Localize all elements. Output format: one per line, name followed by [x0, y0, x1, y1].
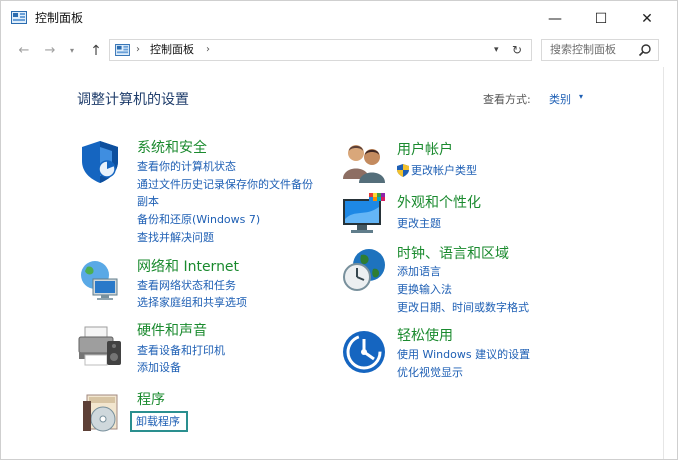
search-box[interactable]: 搜索控制面板	[541, 39, 659, 61]
navigation-bar: ← → ▾ ↑ › 控制面板 › ▾ ↻ 搜索控制面板	[1, 35, 677, 67]
link-troubleshoot[interactable]: 查找并解决问题	[137, 231, 214, 245]
search-icon[interactable]	[638, 43, 652, 57]
link-uninstall-program[interactable]: 卸载程序	[136, 415, 180, 429]
link-file-history-backup[interactable]: 通过文件历史记录保存你的文件备份	[137, 178, 313, 192]
link-change-theme[interactable]: 更改主题	[397, 217, 441, 231]
link-homegroup[interactable]: 选择家庭组和共享选项	[137, 296, 247, 310]
breadcrumb-separator-icon[interactable]: ›	[136, 42, 140, 58]
search-input[interactable]: 搜索控制面板	[550, 42, 616, 58]
link-recommended-settings[interactable]: 使用 Windows 建议的设置	[397, 348, 530, 362]
link-backup-restore[interactable]: 备份和还原(Windows 7)	[137, 213, 260, 227]
network-globe-icon[interactable]	[77, 257, 123, 303]
address-bar[interactable]: › 控制面板 › ▾ ↻	[109, 39, 532, 61]
scrollbar-track[interactable]	[663, 67, 664, 459]
title-bar: 控制面板 — ☐ ✕	[1, 1, 677, 35]
category-title-user-accounts[interactable]: 用户帐户	[397, 141, 453, 159]
breadcrumb-separator-icon[interactable]: ›	[206, 42, 210, 58]
link-change-account-type[interactable]: 更改帐户类型	[411, 164, 477, 178]
breadcrumb-control-panel[interactable]: 控制面板	[150, 42, 194, 58]
category-title-network[interactable]: 网络和 Internet	[137, 258, 239, 276]
page-title: 调整计算机的设置	[77, 92, 189, 108]
view-by-chevron-down-icon[interactable]: ▾	[579, 92, 583, 101]
category-title-system-security[interactable]: 系统和安全	[137, 139, 207, 157]
link-add-device[interactable]: 添加设备	[137, 361, 181, 375]
clock-globe-icon[interactable]	[341, 247, 387, 293]
maximize-icon: ☐	[594, 11, 608, 27]
control-panel-window: 控制面板 — ☐ ✕ ← → ▾ ↑ › 控制面板 › ▾ ↻ 搜索控制面板 调…	[0, 0, 678, 460]
ease-of-access-icon[interactable]	[341, 329, 387, 375]
link-add-language[interactable]: 添加语言	[397, 265, 441, 279]
link-devices-printers[interactable]: 查看设备和打印机	[137, 344, 225, 358]
category-title-clock-language-region[interactable]: 时钟、语言和区域	[397, 245, 509, 263]
view-by-dropdown[interactable]: 类别	[549, 91, 571, 107]
window-title: 控制面板	[35, 11, 84, 25]
up-arrow-icon[interactable]: ↑	[87, 42, 105, 60]
link-network-status[interactable]: 查看网络状态和任务	[137, 279, 236, 293]
recent-locations-chevron-down-icon[interactable]: ▾	[63, 42, 81, 60]
user-accounts-icon[interactable]	[341, 139, 387, 185]
link-change-input-method[interactable]: 更换输入法	[397, 283, 452, 297]
shield-icon[interactable]	[77, 139, 123, 185]
maximize-button[interactable]: ☐	[579, 3, 623, 35]
minimize-button[interactable]: —	[533, 3, 577, 35]
category-title-hardware-sound[interactable]: 硬件和声音	[137, 322, 207, 340]
control-panel-icon	[115, 44, 130, 56]
address-chevron-down-icon[interactable]: ▾	[494, 42, 499, 58]
control-panel-icon	[11, 11, 27, 24]
printer-speaker-icon[interactable]	[77, 323, 123, 369]
link-change-date-time-format[interactable]: 更改日期、时间或数字格式	[397, 301, 529, 315]
category-title-appearance[interactable]: 外观和个性化	[397, 194, 481, 212]
view-by-label: 查看方式:	[483, 93, 531, 106]
back-button[interactable]: ←	[15, 42, 33, 60]
appearance-monitor-icon[interactable]	[341, 191, 387, 237]
refresh-icon[interactable]: ↻	[512, 41, 522, 59]
link-view-computer-status[interactable]: 查看你的计算机状态	[137, 160, 236, 174]
uac-shield-icon	[397, 164, 409, 177]
link-file-history-backup-cont[interactable]: 副本	[137, 195, 159, 209]
category-title-programs[interactable]: 程序	[137, 391, 165, 409]
close-button[interactable]: ✕	[625, 3, 669, 35]
minimize-icon: —	[548, 11, 562, 27]
close-icon: ✕	[641, 11, 653, 27]
programs-disc-icon[interactable]	[81, 391, 127, 437]
link-optimize-visual-display[interactable]: 优化视觉显示	[397, 366, 463, 380]
category-title-ease-of-access[interactable]: 轻松使用	[397, 327, 453, 345]
forward-button[interactable]: →	[41, 42, 59, 60]
